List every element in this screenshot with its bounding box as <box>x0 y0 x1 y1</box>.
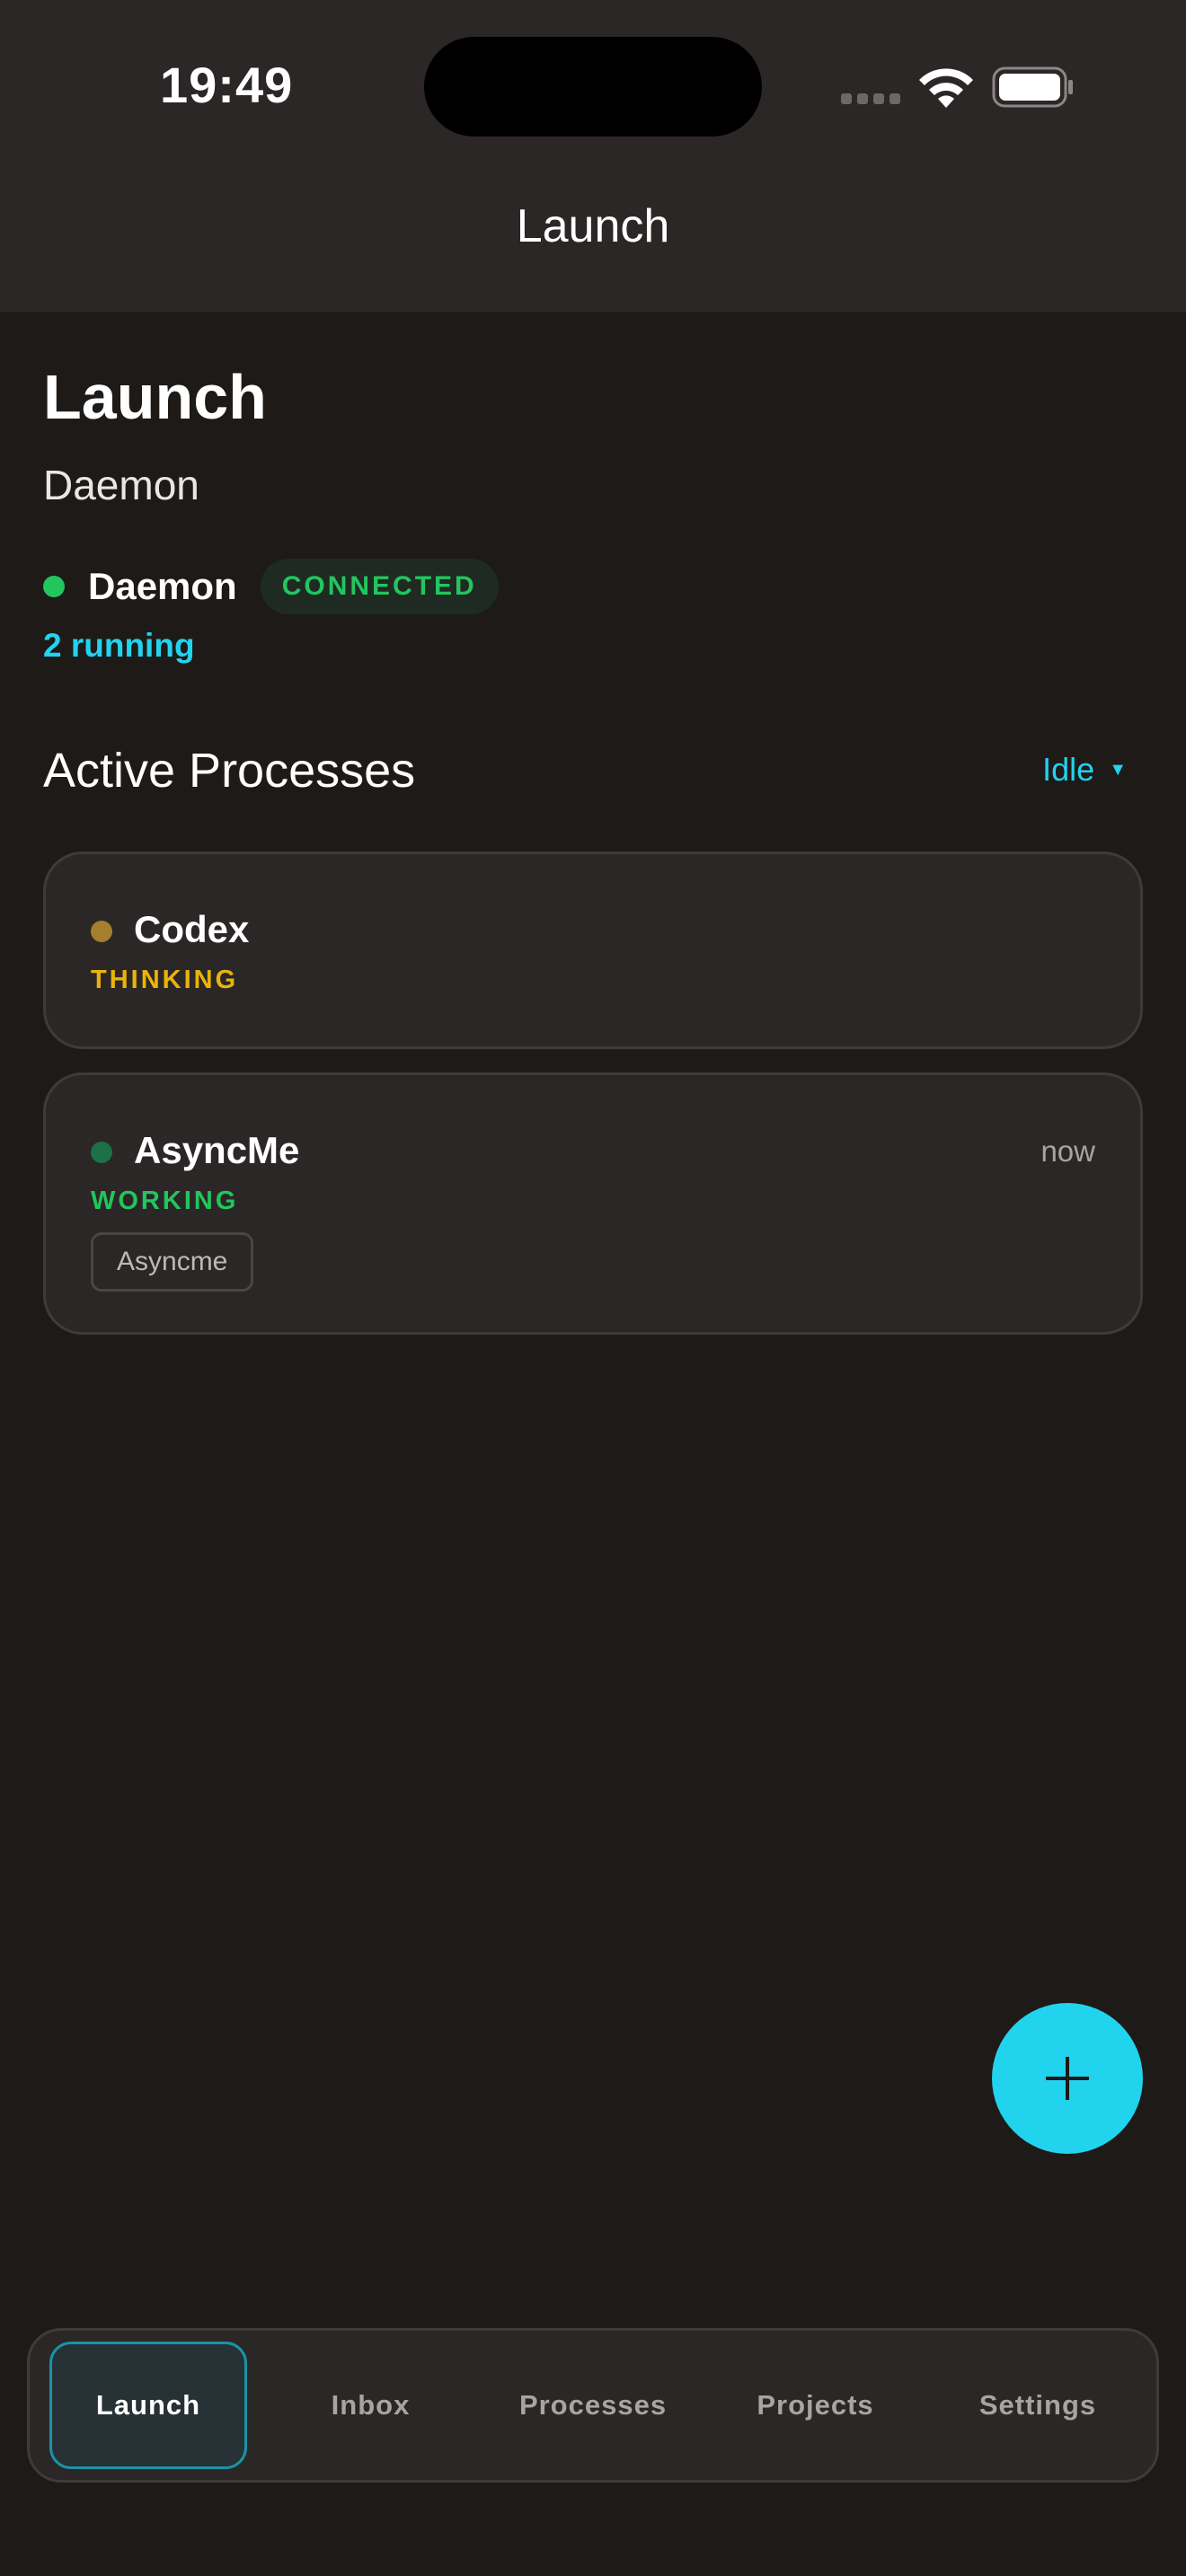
new-process-fab[interactable] <box>992 2003 1143 2154</box>
process-status-dot <box>91 921 112 942</box>
process-name: AsyncMe <box>134 1129 300 1171</box>
process-time: now <box>1040 1134 1095 1168</box>
process-status-dot <box>91 1142 112 1163</box>
wifi-icon <box>919 68 973 108</box>
process-status: WORKING <box>91 1187 239 1215</box>
chevron-down-icon: ▼ <box>1109 759 1127 780</box>
bottom-tab-bar: Launch Inbox Processes Projects Settings <box>27 2328 1159 2483</box>
tab-inbox[interactable]: Inbox <box>272 2342 470 2469</box>
tab-projects[interactable]: Projects <box>717 2342 915 2469</box>
battery-icon <box>992 66 1073 108</box>
daemon-status-row: Daemon CONNECTED <box>43 559 499 614</box>
running-count-link[interactable]: 2 running <box>43 627 195 665</box>
process-name: Codex <box>134 908 250 950</box>
page-title: Launch <box>43 362 267 432</box>
tab-processes[interactable]: Processes <box>494 2342 692 2469</box>
status-time: 19:49 <box>160 57 294 113</box>
connection-status-badge: CONNECTED <box>260 559 499 614</box>
dynamic-island <box>424 37 762 137</box>
daemon-name: Daemon <box>88 565 237 607</box>
process-card-codex[interactable]: Codex THINKING <box>43 851 1143 1049</box>
top-bar: 19:49 Launch <box>0 0 1186 312</box>
daemon-status-dot <box>43 576 65 597</box>
tab-launch[interactable]: Launch <box>49 2342 247 2469</box>
section-title-active-processes: Active Processes <box>43 744 416 798</box>
process-filter-select[interactable]: Idle ▼ <box>1042 751 1127 789</box>
filter-value: Idle <box>1042 751 1095 788</box>
signal-icon <box>841 93 902 106</box>
process-project-tag[interactable]: Asyncme <box>91 1232 254 1292</box>
app-screen: 19:49 Launch Launch Daemon Daemon CONNEC… <box>0 0 1186 2576</box>
nav-title: Launch <box>516 200 670 252</box>
process-card-asyncme[interactable]: AsyncMe now WORKING Asyncme <box>43 1072 1143 1335</box>
page-subtitle: Daemon <box>43 462 199 508</box>
plus-icon <box>1046 2057 1089 2100</box>
tab-settings[interactable]: Settings <box>939 2342 1137 2469</box>
process-status: THINKING <box>91 966 239 994</box>
